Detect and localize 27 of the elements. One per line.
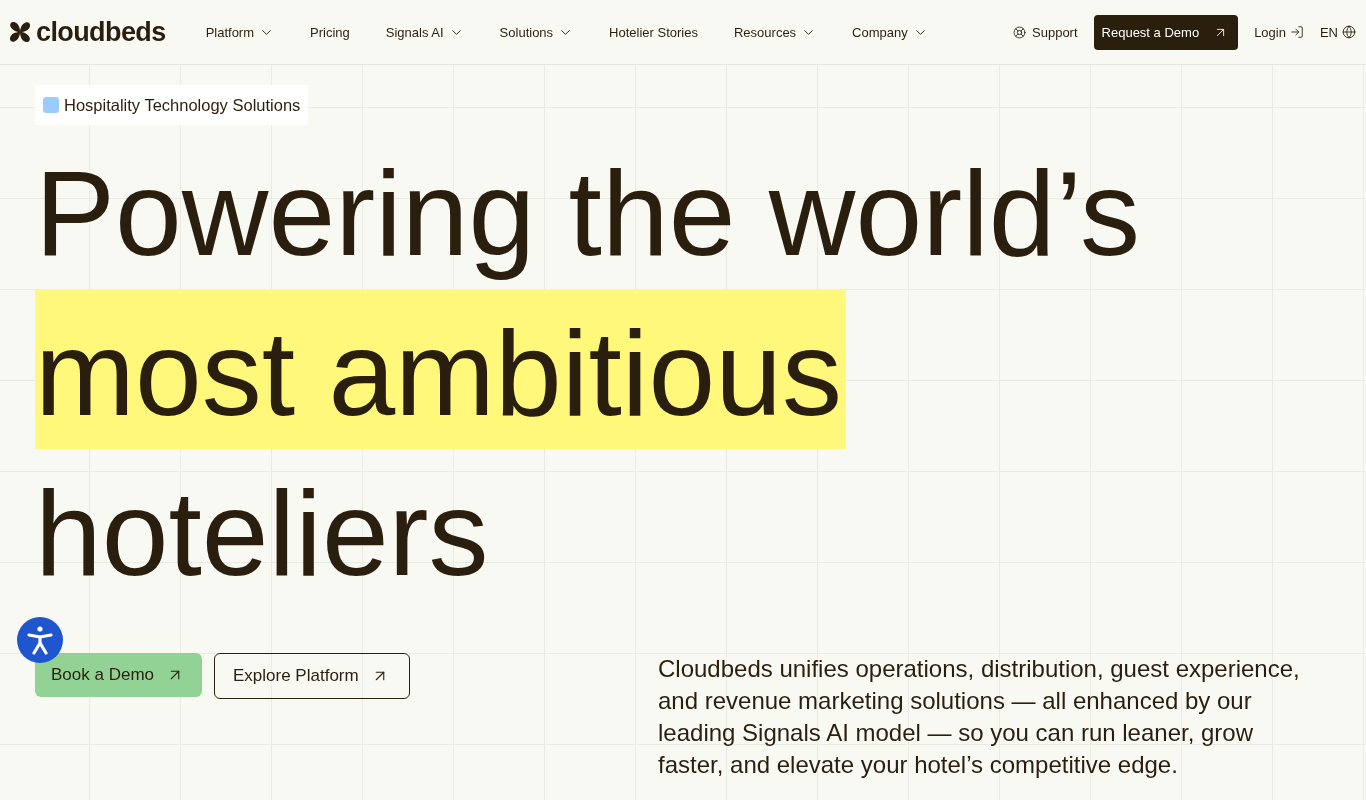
- support-link[interactable]: Support: [1013, 24, 1078, 40]
- nav-link[interactable]: Pricing: [310, 24, 350, 40]
- globe-icon: [1342, 25, 1356, 39]
- nav-link[interactable]: Hotelier Stories: [609, 24, 698, 40]
- lifebuoy-icon: [1013, 25, 1026, 39]
- tag-text: Hospitality Technology Solutions: [64, 95, 301, 115]
- explore-platform-button[interactable]: Explore Platform: [214, 653, 410, 699]
- login-icon: [1289, 25, 1304, 39]
- nav-link[interactable]: Solutions: [499, 24, 574, 40]
- logo-text: cloudbeds: [36, 16, 166, 48]
- headline-text: hoteliers: [35, 465, 489, 602]
- request-demo-button[interactable]: Request a Demo: [1093, 14, 1239, 50]
- nav-link[interactable]: Resources: [733, 24, 817, 40]
- login-link[interactable]: Login: [1254, 24, 1304, 40]
- language-selector[interactable]: EN: [1319, 24, 1356, 40]
- accessibility-button[interactable]: [17, 617, 63, 663]
- logo-icon: [8, 20, 32, 44]
- nav-link[interactable]: Platform: [205, 24, 275, 40]
- headline-text: Powering the world’s: [35, 145, 1141, 282]
- hero-description: Cloudbeds unifies operations, distribution, guest experience, and revenue marketing solutions — all enhanced by our leading Signals AI model — so you can run leaner, grow faster, and elevate your hotel’s competitive edge.: [658, 654, 1301, 780]
- cloudbeds-logo[interactable]: cloudbeds: [8, 16, 166, 48]
- highlighted-headline-text: most ambitious: [35, 289, 846, 449]
- book-demo-button[interactable]: Book a Demo: [35, 653, 202, 697]
- nav-link[interactable]: Company: [852, 24, 928, 40]
- square-icon: [43, 97, 59, 113]
- nav-link[interactable]: Signals AI: [385, 24, 464, 40]
- person-icon: [26, 625, 54, 655]
